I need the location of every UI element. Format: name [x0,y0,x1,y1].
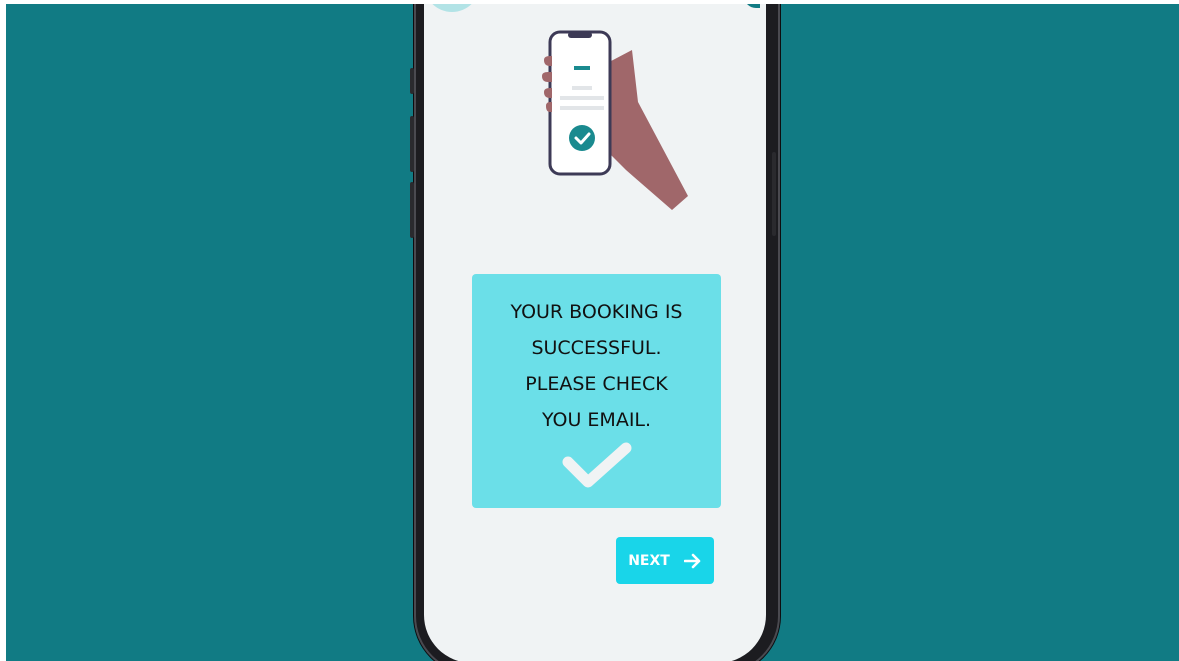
next-button-label: NEXT [628,552,670,569]
check-circle-icon [569,125,595,151]
message-line: YOU EMAIL. [541,409,652,431]
screen-line [560,96,604,100]
arrow-right-icon [683,553,702,569]
phone-volume-up-button [410,116,414,172]
finger-shape [546,102,552,112]
screen-line [572,86,592,90]
checkmark-icon [560,440,634,494]
finger-shape [542,72,552,82]
background: YOUR BOOKING IS SUCCESSFUL. PLEASE CHECK… [6,4,1179,661]
finger-shape [544,88,552,98]
message-line: SUCCESSFUL. [531,337,662,359]
booking-success-message: YOUR BOOKING IS SUCCESSFUL. PLEASE CHECK… [472,294,721,438]
message-line: YOUR BOOKING IS [510,301,683,323]
message-line: PLEASE CHECK [525,373,668,395]
decorative-corner [744,4,760,8]
phone-side-button [410,68,414,94]
hand-holding-phone-illustration [536,30,696,234]
next-button[interactable]: NEXT [616,537,714,584]
hand-holding-phone-svg [542,30,688,210]
finger-shape [544,56,552,66]
phone-screen: YOUR BOOKING IS SUCCESSFUL. PLEASE CHECK… [424,4,766,661]
screen-line [560,106,604,110]
screen-line-accent [574,66,590,70]
phone-power-button [772,152,776,236]
small-phone-notch [568,32,592,38]
phone-volume-down-button [410,182,414,238]
booking-success-card: YOUR BOOKING IS SUCCESSFUL. PLEASE CHECK… [472,274,721,508]
small-phone-body [548,30,612,176]
decorative-shape [424,4,480,12]
